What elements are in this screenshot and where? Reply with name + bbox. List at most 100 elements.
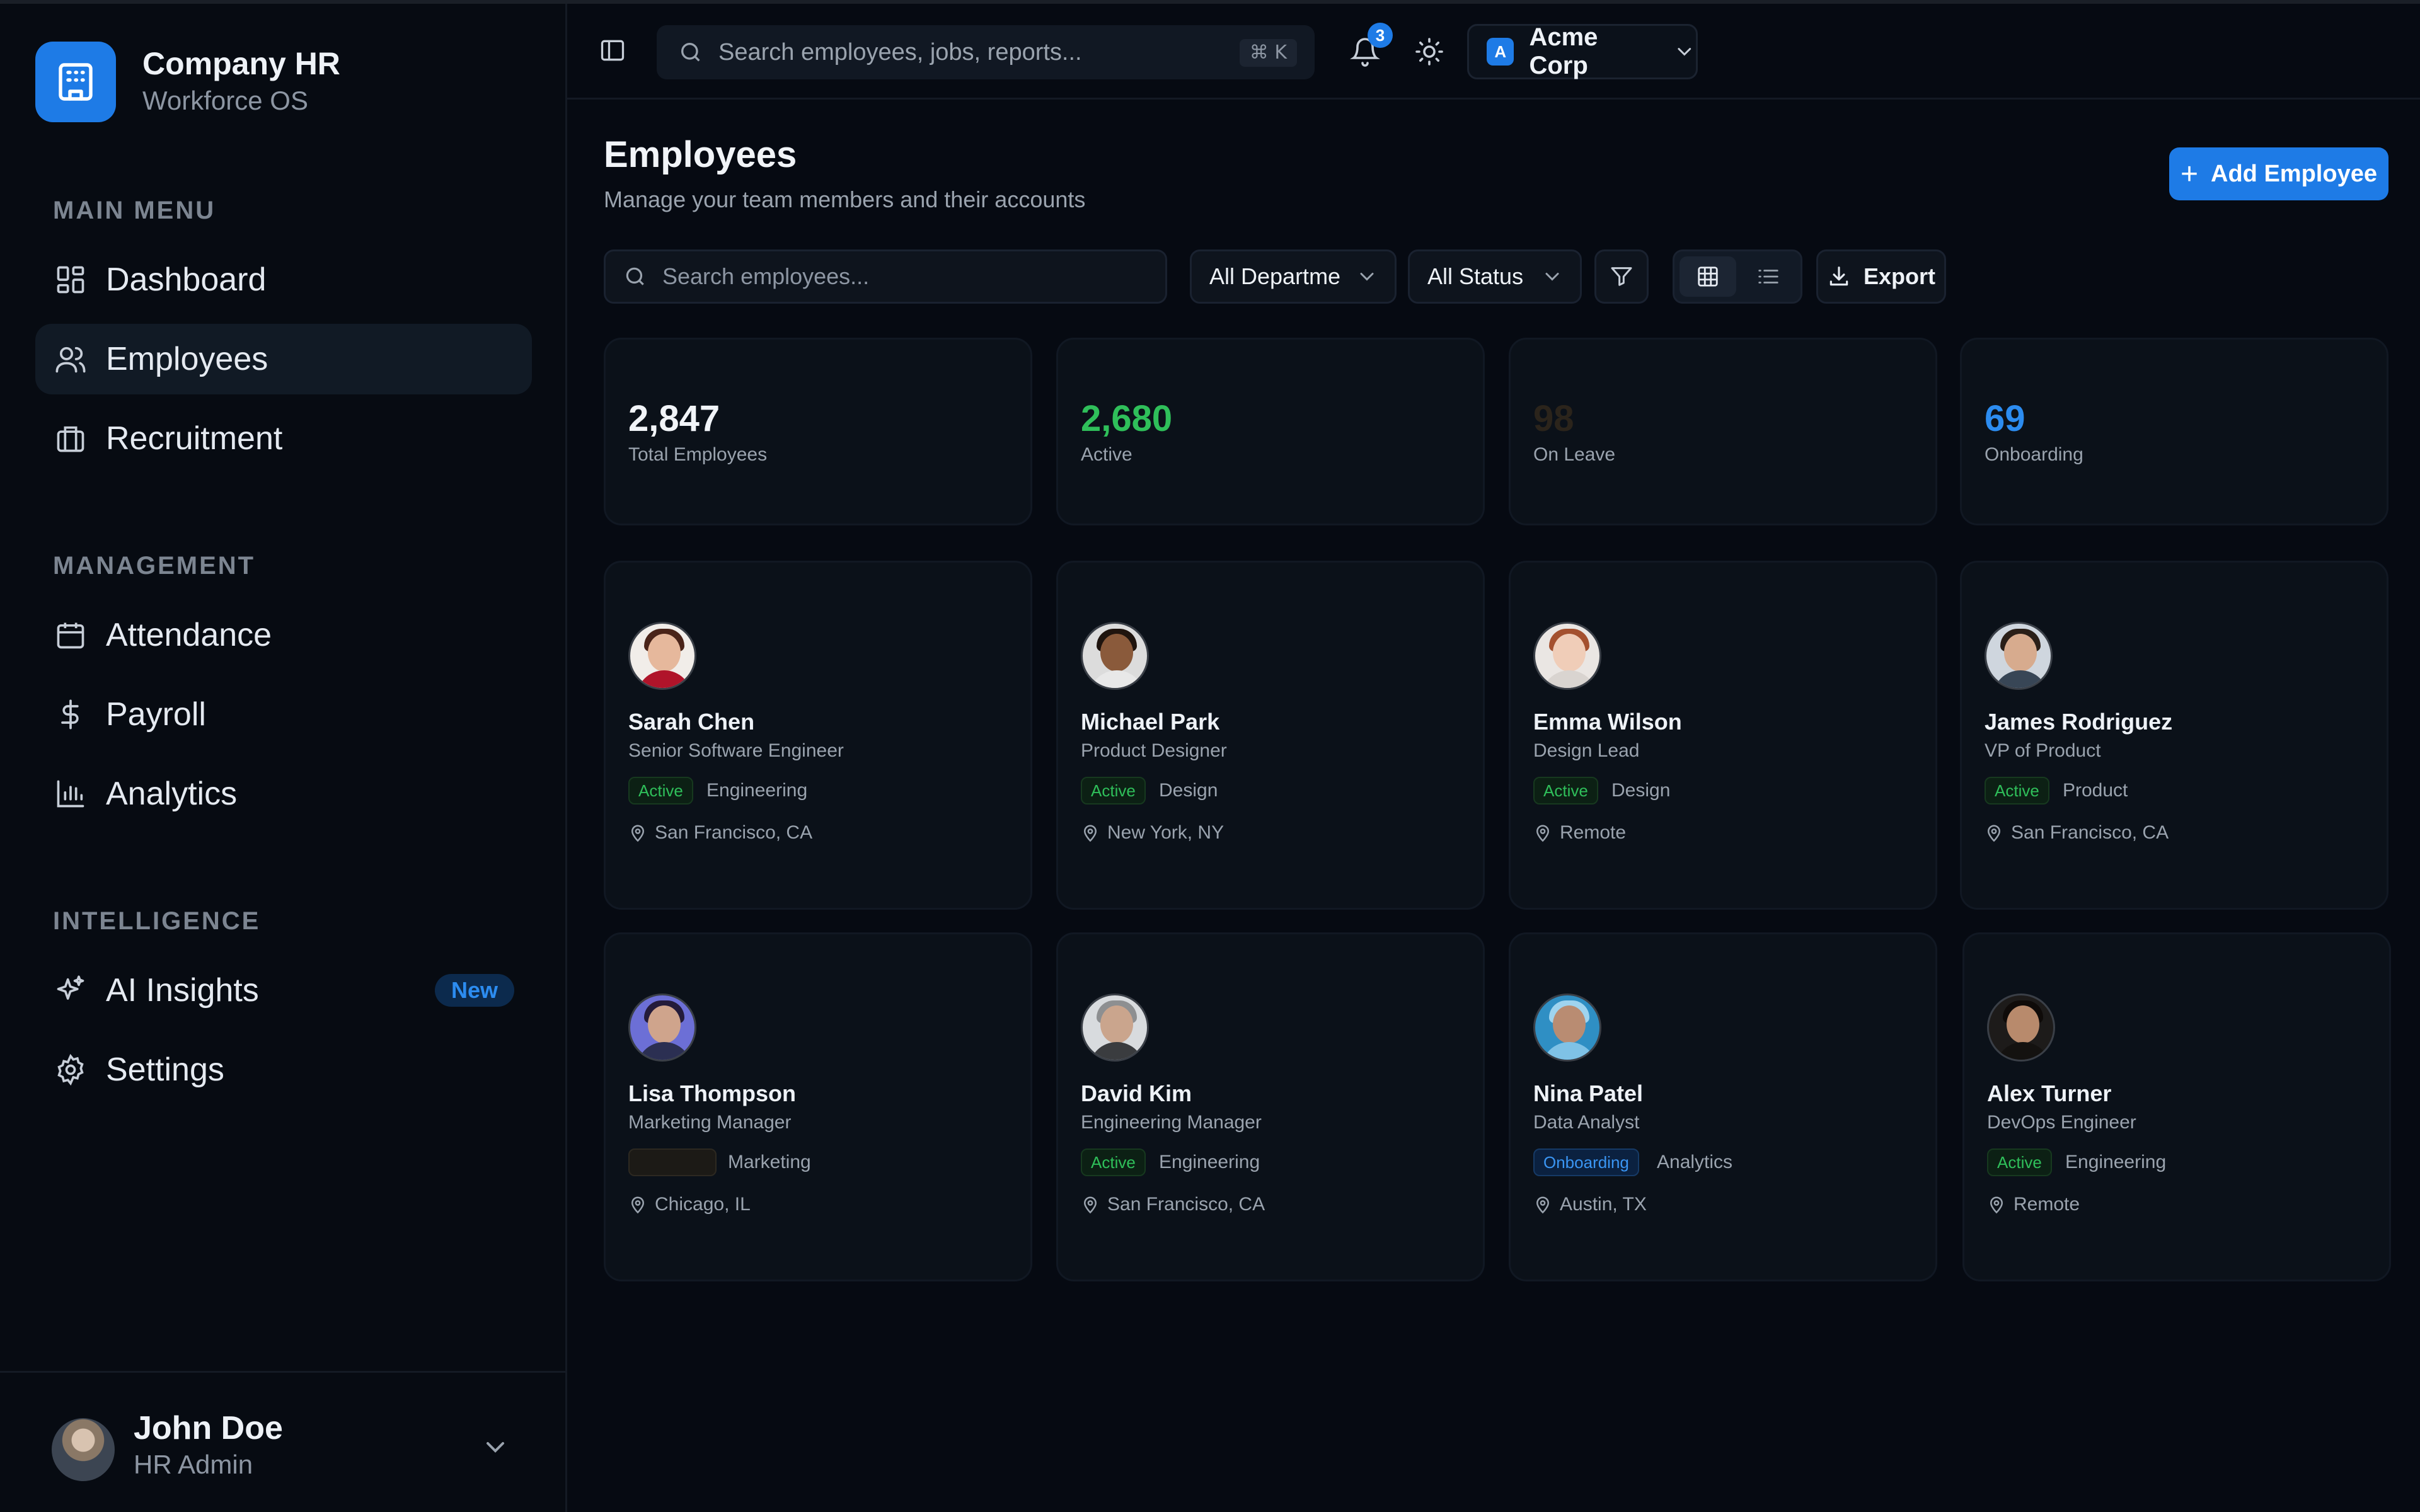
employee-name: Lisa Thompson	[628, 1080, 797, 1106]
grid-icon	[1698, 266, 1718, 287]
list-view-button[interactable]	[1740, 256, 1797, 297]
sidebar-item-employees[interactable]: Employees	[35, 324, 532, 394]
employee-title: DevOps Engineer	[1987, 1112, 2136, 1133]
export-label: Export	[1863, 263, 1935, 289]
employee-card[interactable]: Nina Patel Data Analyst Onboarding Analy…	[1509, 932, 1937, 1281]
map-pin-icon	[1987, 825, 2001, 842]
stat-card-active: 2,680 Active	[1056, 338, 1485, 525]
employee-name: Emma Wilson	[1533, 709, 1682, 735]
sparkles-icon	[53, 973, 88, 1008]
employee-title: Engineering Manager	[1081, 1112, 1262, 1133]
employee-title: Data Analyst	[1533, 1112, 1640, 1133]
section-title-intelligence: INTELLIGENCE	[53, 907, 261, 935]
search-icon	[626, 267, 644, 285]
status-badge: Active	[1533, 777, 1598, 805]
employee-location: Remote	[1987, 1194, 2080, 1215]
calendar-icon	[53, 617, 88, 653]
sidebar-item-label: Attendance	[106, 617, 272, 653]
avatar	[1533, 622, 1601, 690]
dashboard-icon	[53, 262, 88, 297]
employee-department: Product	[2063, 780, 2128, 801]
employee-title: Marketing Manager	[628, 1112, 792, 1133]
employee-card[interactable]: Lisa Thompson Marketing Manager Marketin…	[604, 932, 1032, 1281]
export-button[interactable]: Export	[1816, 249, 1946, 304]
employee-card[interactable]: David Kim Engineering Manager Active Eng…	[1056, 932, 1485, 1281]
map-pin-icon	[1083, 1196, 1097, 1214]
filter-button[interactable]	[1594, 249, 1649, 304]
employee-card[interactable]: James Rodriguez VP of Product Active Pro…	[1960, 561, 2388, 910]
sun-icon[interactable]	[1414, 37, 1444, 67]
app-title: Company HR	[142, 46, 340, 81]
employee-name: Michael Park	[1081, 709, 1220, 735]
avatar	[1987, 994, 2055, 1062]
new-badge: New	[434, 974, 514, 1007]
employee-department: Engineering	[2065, 1152, 2167, 1172]
employee-title: Design Lead	[1533, 740, 1640, 761]
sidebar-item-label: AI Insights	[106, 972, 259, 1009]
list-icon	[1758, 270, 1778, 284]
status-select[interactable]: All Status	[1408, 249, 1582, 304]
brand[interactable]: Company HR Workforce OS	[35, 42, 340, 122]
employee-location-text: New York, NY	[1107, 822, 1224, 843]
section-title-main-menu: MAIN MENU	[53, 197, 216, 224]
status-badge	[628, 1148, 717, 1176]
user-menu[interactable]: John Doe HR Admin	[0, 1371, 565, 1512]
stat-label: On Leave	[1533, 444, 1616, 465]
employee-name: Alex Turner	[1987, 1080, 2112, 1106]
employee-location-text: Chicago, IL	[655, 1194, 751, 1215]
map-pin-icon	[1536, 1196, 1550, 1214]
employee-location-text: San Francisco, CA	[655, 822, 813, 843]
map-pin-icon	[631, 825, 645, 842]
stat-label: Onboarding	[1985, 444, 2083, 465]
stat-label: Total Employees	[628, 444, 768, 465]
employee-name: Sarah Chen	[628, 709, 755, 735]
sidebar-toggle-icon[interactable]	[599, 37, 626, 64]
employee-location-text: San Francisco, CA	[1107, 1194, 1265, 1215]
sidebar-item-attendance[interactable]: Attendance	[35, 600, 532, 670]
shortcut-hint: ⌘ K	[1239, 39, 1297, 67]
employee-card[interactable]: Michael Park Product Designer Active Des…	[1056, 561, 1485, 910]
org-switcher[interactable]: A Acme Corp	[1467, 23, 1698, 79]
stat-value: 98	[1533, 398, 1574, 439]
sidebar-item-label: Payroll	[106, 696, 206, 733]
add-employee-button[interactable]: + Add Employee	[2169, 147, 2388, 200]
avatar	[628, 994, 696, 1062]
department-select[interactable]: All Departme	[1190, 249, 1397, 304]
map-pin-icon	[1536, 825, 1550, 842]
employee-search[interactable]	[604, 249, 1167, 304]
employee-card[interactable]: Emma Wilson Design Lead Active Design Re…	[1509, 561, 1937, 910]
employee-card[interactable]: Alex Turner DevOps Engineer Active Engin…	[1962, 932, 2391, 1281]
department-select-value: All Departme	[1209, 263, 1341, 289]
sidebar-item-recruitment[interactable]: Recruitment	[35, 403, 532, 474]
employee-card[interactable]: Sarah Chen Senior Software Engineer Acti…	[604, 561, 1032, 910]
sidebar-item-analytics[interactable]: Analytics	[35, 759, 532, 829]
global-search[interactable]: ⌘ K	[657, 25, 1315, 79]
map-pin-icon	[1083, 825, 1097, 842]
employee-department: Analytics	[1657, 1152, 1733, 1172]
building-icon	[35, 42, 116, 122]
sidebar-item-label: Recruitment	[106, 420, 283, 457]
employee-department: Design	[1159, 780, 1218, 801]
sidebar-item-settings[interactable]: Settings	[35, 1034, 532, 1105]
chevron-down-icon[interactable]	[480, 1432, 510, 1462]
employee-name: Nina Patel	[1533, 1080, 1644, 1106]
bar-chart-icon	[53, 776, 88, 811]
sidebar-item-dashboard[interactable]: Dashboard	[35, 244, 532, 315]
avatar	[628, 622, 696, 690]
status-badge: Active	[628, 777, 693, 805]
chevron-down-icon	[1545, 273, 1559, 281]
grid-view-button[interactable]	[1680, 256, 1736, 297]
employee-search-input[interactable]	[662, 263, 1141, 290]
status-badge: Active	[1081, 777, 1146, 805]
sidebar-item-label: Dashboard	[106, 261, 267, 298]
employee-location-text: Remote	[2014, 1194, 2080, 1215]
employee-location: San Francisco, CA	[1081, 1194, 1265, 1215]
sidebar-item-ai-insights[interactable]: AI Insights New	[35, 955, 532, 1026]
employee-location: San Francisco, CA	[1985, 822, 2169, 844]
employee-location: San Francisco, CA	[628, 822, 812, 844]
employee-name: David Kim	[1081, 1080, 1192, 1106]
status-badge: Active	[1081, 1148, 1146, 1176]
sidebar-item-payroll[interactable]: Payroll	[35, 679, 532, 750]
employee-title: Senior Software Engineer	[628, 740, 844, 761]
global-search-input[interactable]	[718, 38, 1197, 66]
